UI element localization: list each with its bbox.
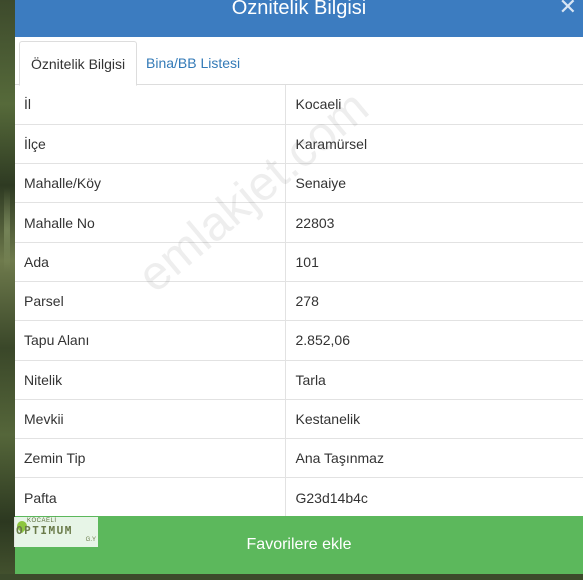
attribute-value: Senaiye [285, 163, 583, 204]
attribute-key: Zemin Tip [15, 438, 286, 479]
attribute-value: Tarla [285, 360, 583, 400]
logo-main-text: OPTIMUM [16, 524, 73, 537]
attribute-value: 278 [285, 281, 583, 322]
table-row: Nitelik Tarla [15, 360, 583, 400]
attribute-modal: Öznitelik Bilgisi ✕ Öznitelik Bilgisi Bi… [15, 0, 583, 580]
attribute-key: Mahalle No [15, 202, 286, 243]
table-row: Parsel 278 [15, 281, 583, 322]
attribute-value: Karamürsel [285, 124, 583, 165]
table-row: İl Kocaeli [15, 85, 583, 125]
attribute-key: Pafta [15, 477, 286, 518]
attribute-value: 22803 [285, 202, 583, 243]
attribute-value: Ana Taşınmaz [285, 438, 583, 479]
attribute-key: İl [15, 85, 286, 125]
attribute-key: Mevkii [15, 399, 286, 440]
attribute-value: 101 [285, 242, 583, 282]
table-row: Zemin Tip Ana Taşınmaz [15, 438, 583, 479]
attribute-value: 2.852,06 [285, 320, 583, 361]
attribute-key: Nitelik [15, 360, 286, 400]
attribute-value: Kestanelik [285, 399, 583, 440]
attribute-value: Kocaeli [285, 85, 583, 125]
add-to-favorites-button[interactable]: Favorilere ekle [15, 516, 583, 574]
attribute-key: Parsel [15, 281, 286, 322]
attribute-key: Ada [15, 242, 286, 282]
attribute-key: İlçe [15, 124, 286, 165]
table-row: İlçe Karamürsel [15, 124, 583, 165]
logo-sub-text: G.Y [85, 537, 96, 543]
attribute-key: Tapu Alanı [15, 320, 286, 361]
attribute-table: İl Kocaeli İlçe Karamürsel Mahalle/Köy S… [15, 85, 583, 518]
attribute-key: Mahalle/Köy [15, 163, 286, 204]
table-row: Pafta G23d14b4c [15, 477, 583, 518]
map-background-bottom [0, 574, 583, 580]
tab-attribute-info[interactable]: Öznitelik Bilgisi [19, 41, 138, 86]
attribute-value: G23d14b4c [285, 477, 583, 518]
close-icon[interactable]: ✕ [559, 0, 577, 20]
table-row: Mahalle No 22803 [15, 202, 583, 243]
table-row: Mevkii Kestanelik [15, 399, 583, 440]
table-row: Tapu Alanı 2.852,06 [15, 320, 583, 361]
tab-bar: Öznitelik Bilgisi Bina/BB Listesi [15, 37, 583, 86]
table-row: Ada 101 [15, 242, 583, 282]
optimum-logo: KOCAELİ OPTIMUM G.Y [14, 517, 98, 547]
map-background [0, 0, 16, 580]
tab-building-list[interactable]: Bina/BB Listesi [135, 41, 251, 86]
modal-title: Öznitelik Bilgisi [231, 0, 367, 19]
table-row: Mahalle/Köy Senaiye [15, 163, 583, 204]
modal-header: Öznitelik Bilgisi ✕ [15, 0, 583, 37]
